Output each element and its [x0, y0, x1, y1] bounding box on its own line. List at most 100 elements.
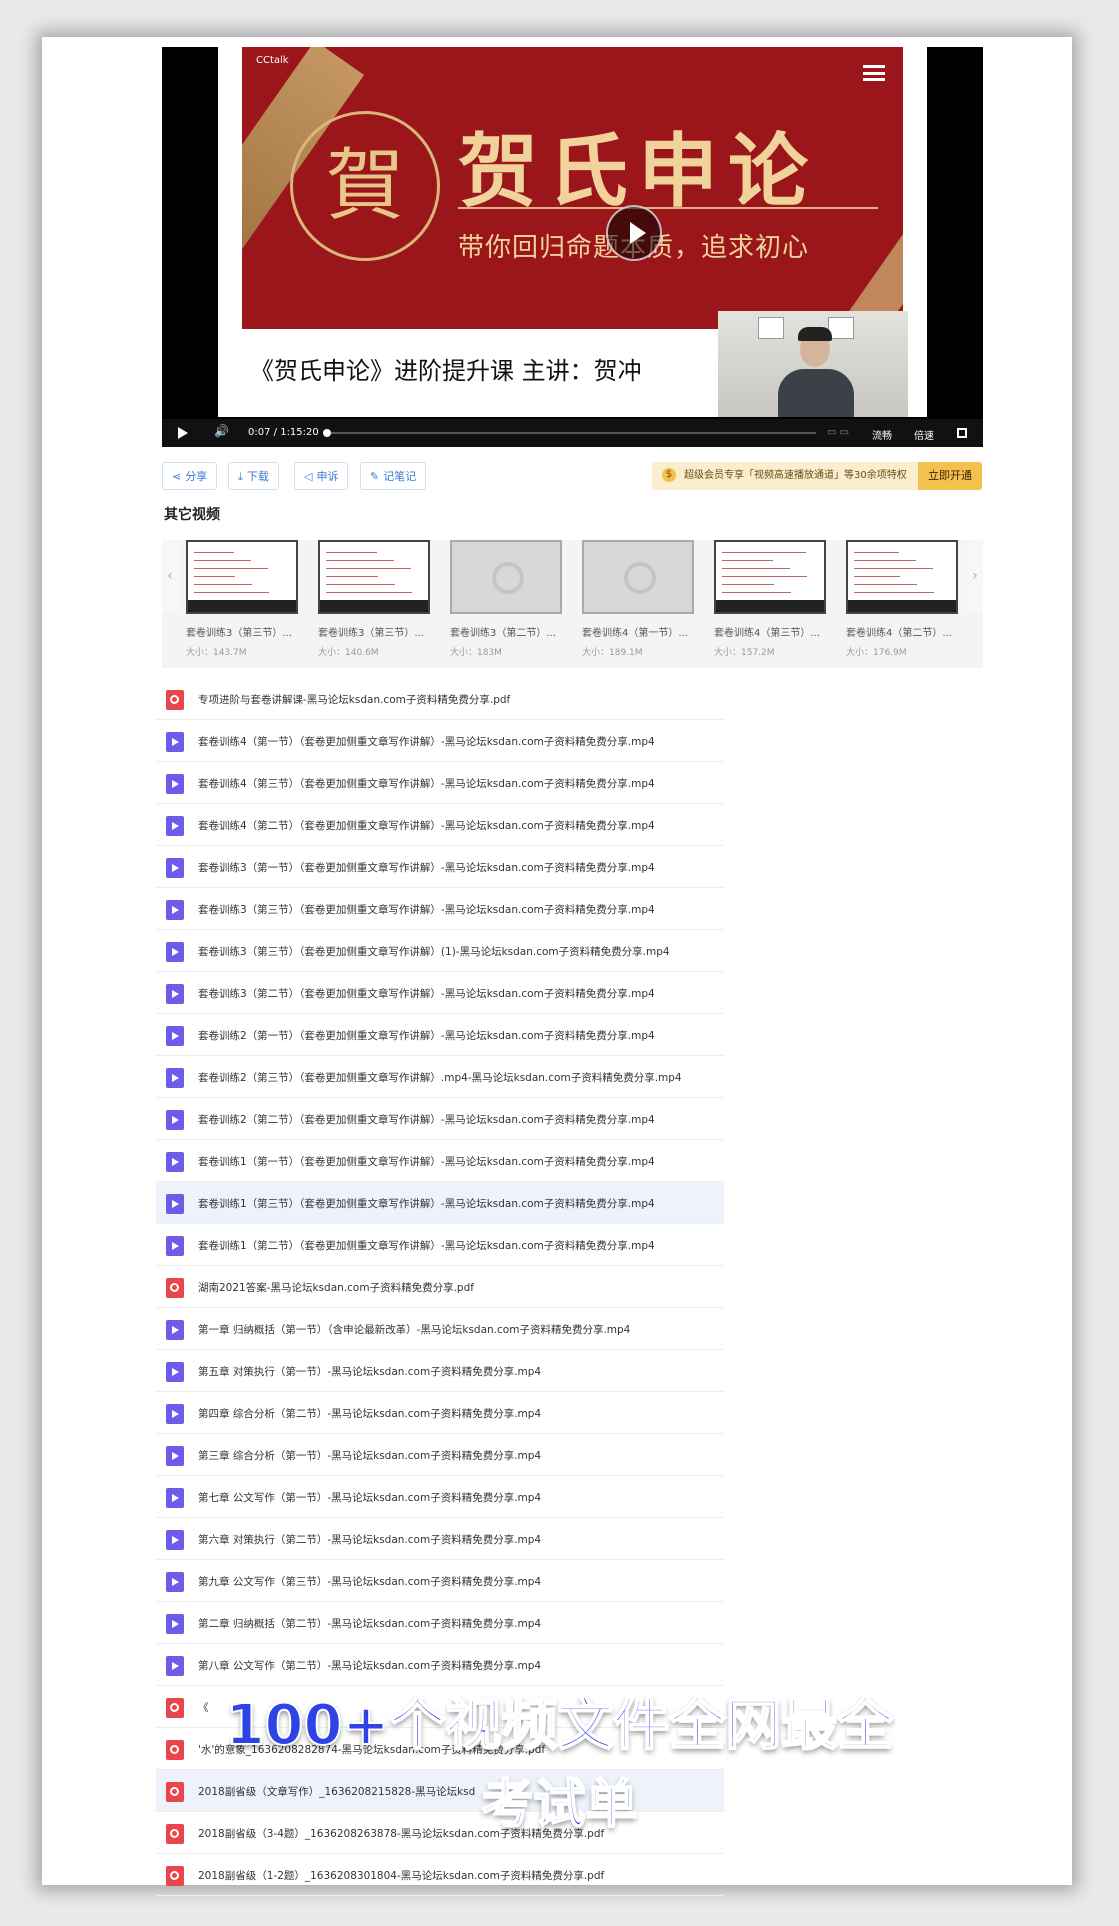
video-thumbnail[interactable]	[318, 540, 430, 614]
related-video-title[interactable]: 套卷训练4（第一节）...	[582, 624, 698, 639]
file-name[interactable]: 套卷训练2（第二节）（套卷更加侧重文章写作讲解）-黑马论坛ksdan.com子资…	[198, 1112, 655, 1127]
he-seal-logo: 賀	[290, 111, 440, 261]
related-video-title[interactable]: 套卷训练4（第三节）...	[714, 624, 830, 639]
file-row[interactable]: 套卷训练4（第一节）（套卷更加侧重文章写作讲解）-黑马论坛ksdan.com子资…	[156, 720, 724, 762]
related-video-card[interactable]: 套卷训练3（第三节）... 大小：143.7M	[186, 540, 302, 658]
file-name[interactable]: 第一章 归纳概括（第一节）（含申论最新改革）-黑马论坛ksdan.com子资料精…	[198, 1322, 630, 1337]
report-button[interactable]: ◁ 申诉	[294, 462, 349, 490]
related-video-size: 大小：189.1M	[582, 648, 643, 658]
file-name[interactable]: 套卷训练2（第一节）（套卷更加侧重文章写作讲解）-黑马论坛ksdan.com子资…	[198, 1028, 655, 1043]
play-icon[interactable]	[178, 427, 188, 439]
download-button[interactable]: ⤓ 下载	[228, 462, 279, 490]
file-row[interactable]: 套卷训练3（第三节）（套卷更加侧重文章写作讲解）(1)-黑马论坛ksdan.co…	[156, 930, 724, 972]
related-video-title[interactable]: 套卷训练3（第三节）...	[186, 624, 302, 639]
file-name[interactable]: 第五章 对策执行（第一节）-黑马论坛ksdan.com子资料精免费分享.mp4	[198, 1364, 541, 1379]
fullscreen-icon[interactable]	[957, 428, 967, 438]
file-row[interactable]: 套卷训练2（第三节）（套卷更加侧重文章写作讲解）.mp4-黑马论坛ksdan.c…	[156, 1056, 724, 1098]
file-name[interactable]: 套卷训练1（第一节）（套卷更加侧重文章写作讲解）-黑马论坛ksdan.com子资…	[198, 1154, 655, 1169]
file-row[interactable]: 第四章 综合分析（第二节）-黑马论坛ksdan.com子资料精免费分享.mp4	[156, 1392, 724, 1434]
related-video-card[interactable]: 套卷训练3（第三节）... 大小：140.6M	[318, 540, 434, 658]
big-play-icon[interactable]	[606, 205, 662, 261]
file-row[interactable]: 套卷训练1（第三节）（套卷更加侧重文章写作讲解）-黑马论坛ksdan.com子资…	[156, 1182, 724, 1224]
video-file-icon	[166, 1614, 184, 1634]
share-icon: ⋖	[172, 470, 182, 483]
vip-open-button[interactable]: 立即开通	[918, 462, 982, 490]
video-thumbnail[interactable]	[846, 540, 958, 614]
volume-icon[interactable]: 🔊	[214, 424, 229, 438]
video-file-icon	[166, 942, 184, 962]
file-name[interactable]: 套卷训练2（第三节）（套卷更加侧重文章写作讲解）.mp4-黑马论坛ksdan.c…	[198, 1070, 682, 1085]
video-frame[interactable]: CCtalk 賀 贺氏申论 带你回归命题本质，追求初心 《贺氏申论》进阶提升课 …	[218, 47, 927, 417]
notes-button[interactable]: ✎ 记笔记	[360, 462, 427, 490]
file-row[interactable]: 第五章 对策执行（第一节）-黑马论坛ksdan.com子资料精免费分享.mp4	[156, 1350, 724, 1392]
file-name[interactable]: 专项进阶与套卷讲解课-黑马论坛ksdan.com子资料精免费分享.pdf	[198, 692, 510, 707]
chevron-left-icon[interactable]: ‹	[162, 540, 178, 612]
cctalk-watermark: CCtalk	[256, 55, 289, 66]
file-row[interactable]: 第三章 综合分析（第一节）-黑马论坛ksdan.com子资料精免费分享.mp4	[156, 1434, 724, 1476]
file-name[interactable]: 套卷训练1（第二节）（套卷更加侧重文章写作讲解）-黑马论坛ksdan.com子资…	[198, 1238, 655, 1253]
video-file-icon	[166, 900, 184, 920]
file-row[interactable]: 第二章 归纳概括（第二节）-黑马论坛ksdan.com子资料精免费分享.mp4	[156, 1602, 724, 1644]
file-row[interactable]: 2018副省级（1-2题）_1636208301804-黑马论坛ksdan.co…	[156, 1854, 724, 1896]
video-thumbnail[interactable]	[582, 540, 694, 614]
vip-text: 超级会员专享「视频高速播放通道」等30余项特权	[684, 470, 907, 481]
related-video-title[interactable]: 套卷训练3（第三节）...	[318, 624, 434, 639]
related-video-card[interactable]: 套卷训练4（第二节）... 大小：176.9M	[846, 540, 962, 658]
file-name[interactable]: 套卷训练3（第三节）（套卷更加侧重文章写作讲解）-黑马论坛ksdan.com子资…	[198, 902, 655, 917]
file-row[interactable]: 套卷训练1（第一节）（套卷更加侧重文章写作讲解）-黑马论坛ksdan.com子资…	[156, 1140, 724, 1182]
file-name[interactable]: 套卷训练4（第二节）（套卷更加侧重文章写作讲解）-黑马论坛ksdan.com子资…	[198, 818, 655, 833]
file-row[interactable]: 套卷训练3（第二节）（套卷更加侧重文章写作讲解）-黑马论坛ksdan.com子资…	[156, 972, 724, 1014]
speed-button[interactable]: 倍速	[914, 427, 934, 442]
related-video-title[interactable]: 套卷训练4（第二节）...	[846, 624, 962, 639]
coin-icon: $	[662, 468, 676, 482]
progress-handle[interactable]	[322, 429, 331, 437]
share-button[interactable]: ⋖ 分享	[162, 462, 218, 490]
video-player[interactable]: CCtalk 賀 贺氏申论 带你回归命题本质，追求初心 《贺氏申论》进阶提升课 …	[162, 47, 983, 447]
file-row[interactable]: 专项进阶与套卷讲解课-黑马论坛ksdan.com子资料精免费分享.pdf	[156, 678, 724, 720]
file-name[interactable]: 第三章 综合分析（第一节）-黑马论坛ksdan.com子资料精免费分享.mp4	[198, 1448, 541, 1463]
related-video-title[interactable]: 套卷训练3（第二节）...	[450, 624, 566, 639]
file-name[interactable]: 第七章 公文写作（第一节）-黑马论坛ksdan.com子资料精免费分享.mp4	[198, 1490, 541, 1505]
menu-icon[interactable]	[863, 65, 885, 81]
video-thumbnail[interactable]	[450, 540, 562, 614]
file-row[interactable]: 第七章 公文写作（第一节）-黑马论坛ksdan.com子资料精免费分享.mp4	[156, 1476, 724, 1518]
file-row[interactable]: 第一章 归纳概括（第一节）（含申论最新改革）-黑马论坛ksdan.com子资料精…	[156, 1308, 724, 1350]
file-name[interactable]: 第六章 对策执行（第二节）-黑马论坛ksdan.com子资料精免费分享.mp4	[198, 1532, 541, 1547]
video-file-icon	[166, 1110, 184, 1130]
file-name[interactable]: 套卷训练1（第三节）（套卷更加侧重文章写作讲解）-黑马论坛ksdan.com子资…	[198, 1196, 655, 1211]
file-row[interactable]: 湖南2021答案-黑马论坛ksdan.com子资料精免费分享.pdf	[156, 1266, 724, 1308]
file-row[interactable]: 套卷训练3（第三节）（套卷更加侧重文章写作讲解）-黑马论坛ksdan.com子资…	[156, 888, 724, 930]
related-video-card[interactable]: 套卷训练4（第一节）... 大小：189.1M	[582, 540, 698, 658]
file-row[interactable]: 套卷训练1（第二节）（套卷更加侧重文章写作讲解）-黑马论坛ksdan.com子资…	[156, 1224, 724, 1266]
video-thumbnail[interactable]	[714, 540, 826, 614]
video-file-icon	[166, 732, 184, 752]
related-video-card[interactable]: 套卷训练3（第二节）... 大小：183M	[450, 540, 566, 658]
file-row[interactable]: 套卷训练2（第一节）（套卷更加侧重文章写作讲解）-黑马论坛ksdan.com子资…	[156, 1014, 724, 1056]
progress-track[interactable]	[322, 429, 816, 437]
file-name[interactable]: 第八章 公文写作（第二节）-黑马论坛ksdan.com子资料精免费分享.mp4	[198, 1658, 541, 1673]
file-row[interactable]: 套卷训练3（第一节）（套卷更加侧重文章写作讲解）-黑马论坛ksdan.com子资…	[156, 846, 724, 888]
file-name[interactable]: 套卷训练3（第一节）（套卷更加侧重文章写作讲解）-黑马论坛ksdan.com子资…	[198, 860, 655, 875]
file-name[interactable]: 第二章 归纳概括（第二节）-黑马论坛ksdan.com子资料精免费分享.mp4	[198, 1616, 541, 1631]
file-name[interactable]: 第九章 公文写作（第三节）-黑马论坛ksdan.com子资料精免费分享.mp4	[198, 1574, 541, 1589]
file-row[interactable]: 套卷训练2（第二节）（套卷更加侧重文章写作讲解）-黑马论坛ksdan.com子资…	[156, 1098, 724, 1140]
video-file-icon	[166, 1530, 184, 1550]
file-name[interactable]: 套卷训练4（第三节）（套卷更加侧重文章写作讲解）-黑马论坛ksdan.com子资…	[198, 776, 655, 791]
file-row[interactable]: 套卷训练4（第三节）（套卷更加侧重文章写作讲解）-黑马论坛ksdan.com子资…	[156, 762, 724, 804]
file-row[interactable]: 第九章 公文写作（第三节）-黑马论坛ksdan.com子资料精免费分享.mp4	[156, 1560, 724, 1602]
teacher-camera	[718, 311, 908, 417]
file-name[interactable]: 第四章 综合分析（第二节）-黑马论坛ksdan.com子资料精免费分享.mp4	[198, 1406, 541, 1421]
file-name[interactable]: 套卷训练3（第三节）（套卷更加侧重文章写作讲解）(1)-黑马论坛ksdan.co…	[198, 944, 670, 959]
file-name[interactable]: 湖南2021答案-黑马论坛ksdan.com子资料精免费分享.pdf	[198, 1280, 474, 1295]
related-video-card[interactable]: 套卷训练4（第三节）... 大小：157.2M	[714, 540, 830, 658]
file-row[interactable]: 第六章 对策执行（第二节）-黑马论坛ksdan.com子资料精免费分享.mp4	[156, 1518, 724, 1560]
video-thumbnail[interactable]	[186, 540, 298, 614]
chevron-right-icon[interactable]: ›	[967, 540, 983, 612]
file-name[interactable]: 套卷训练3（第二节）（套卷更加侧重文章写作讲解）-黑马论坛ksdan.com子资…	[198, 986, 655, 1001]
file-name[interactable]: 2018副省级（1-2题）_1636208301804-黑马论坛ksdan.co…	[198, 1868, 604, 1883]
promo-overlay-line1: 100+个视频文件全网最全	[225, 1692, 895, 1759]
file-row[interactable]: 套卷训练4（第二节）（套卷更加侧重文章写作讲解）-黑马论坛ksdan.com子资…	[156, 804, 724, 846]
pip-icon[interactable]: ▭ ▭	[827, 427, 849, 438]
quality-button[interactable]: 流畅	[872, 427, 892, 442]
file-name[interactable]: 套卷训练4（第一节）（套卷更加侧重文章写作讲解）-黑马论坛ksdan.com子资…	[198, 734, 655, 749]
